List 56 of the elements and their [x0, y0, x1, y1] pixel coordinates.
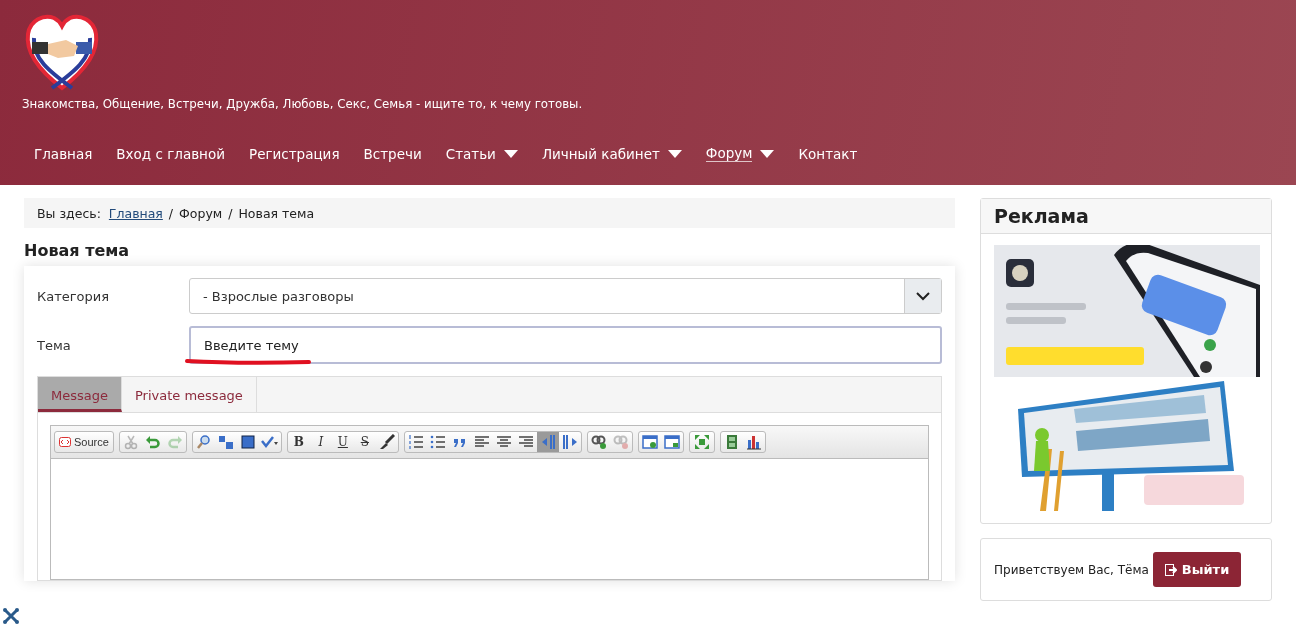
italic-button[interactable]: I	[309, 432, 332, 452]
editor-tab[interactable]: Message	[38, 377, 122, 412]
link-icon	[590, 434, 607, 450]
breadcrumb-item: Новая тема	[238, 205, 315, 221]
underline-button[interactable]: U	[331, 432, 354, 452]
text-direction-icon	[561, 434, 578, 450]
breadcrumb-link[interactable]: Главная	[108, 205, 163, 221]
logout-icon	[1164, 563, 1177, 576]
bold-button[interactable]: B	[287, 432, 310, 452]
nav-link[interactable]: Главная	[22, 141, 105, 166]
breadcrumb-separator: /	[168, 205, 174, 221]
window-icon	[663, 434, 680, 450]
editor-tab[interactable]: Private message	[122, 377, 257, 412]
replace-icon	[217, 434, 234, 450]
nav-link[interactable]: Вход с главной	[104, 141, 237, 166]
strike-button[interactable]: S	[353, 432, 376, 452]
cross-icon	[2, 607, 20, 625]
search-icon	[195, 434, 212, 450]
bar-chart-icon	[745, 434, 762, 450]
brush-icon	[378, 434, 395, 450]
field-label: Категория	[37, 288, 111, 304]
breadcrumb-item: Форум	[179, 205, 223, 221]
breadcrumb-label: Вы здесь:	[37, 205, 101, 221]
page-title: Новая тема	[24, 241, 131, 260]
code-icon	[59, 437, 71, 447]
chevron-down-icon	[916, 291, 930, 301]
redo-icon	[166, 434, 183, 450]
spellcheck-icon	[260, 434, 279, 450]
maximize-button[interactable]	[688, 431, 715, 453]
align-right-icon	[517, 434, 534, 450]
greeting-text: Приветствуем Вас, Тёма	[994, 562, 1149, 577]
image-icon	[641, 434, 658, 450]
breadcrumb-separator: /	[228, 205, 233, 221]
category-select[interactable]: - Взрослые разговоры	[189, 278, 942, 314]
field-label: Тема	[37, 337, 72, 353]
nav-link[interactable]: Личный кабинет	[529, 141, 694, 166]
nav-link[interactable]: Встречи	[351, 141, 434, 166]
nav-link[interactable]: Контакт	[786, 141, 870, 166]
numbered-list-icon	[407, 434, 424, 450]
nav-link[interactable]: Регистрация	[237, 141, 352, 166]
ad-heading: Реклама	[981, 199, 1271, 234]
select-all-icon	[239, 434, 256, 450]
site-tagline: Знакомства, Общение, Встречи, Дружба, Любовь, Секс, Семья - ищите то, к чему готовы.	[22, 97, 584, 111]
topic-field[interactable]: Введите тему	[189, 326, 942, 364]
cut-icon	[122, 434, 139, 450]
undo-icon	[144, 434, 161, 450]
align-center-icon	[495, 434, 512, 450]
source-button[interactable]: Source	[54, 431, 114, 453]
logout-button[interactable]: Выйти	[1152, 552, 1242, 587]
align-left-icon	[473, 434, 490, 450]
maximize-icon	[693, 434, 710, 450]
unlink-icon	[612, 434, 629, 450]
nav-link[interactable]: Форум	[693, 141, 787, 166]
text-direction-button[interactable]	[536, 432, 559, 452]
nav-link[interactable]: Статьи	[433, 141, 530, 166]
bulleted-list-icon	[429, 434, 446, 450]
